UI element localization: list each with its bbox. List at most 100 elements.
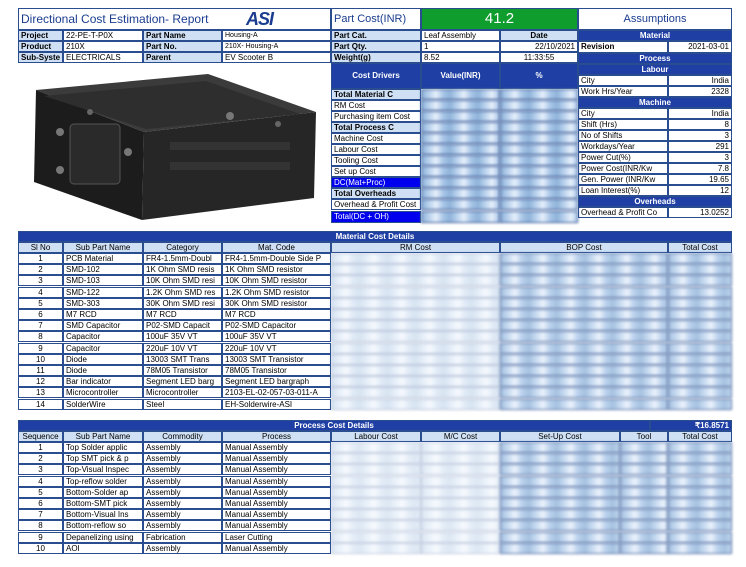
material-row-no: 13 bbox=[18, 387, 63, 399]
assumption-label: No of Shifts bbox=[578, 130, 668, 141]
material-row-cell: 10K Ohm SMD resistor bbox=[222, 275, 331, 287]
driver-value-blurred bbox=[421, 199, 500, 210]
process-row-cell: Manual Assembly bbox=[222, 509, 331, 521]
assumptions-title-text: Assumptions bbox=[623, 13, 687, 25]
driver-label: Overhead & Profit Cost bbox=[331, 199, 421, 210]
process-cost-blurred bbox=[620, 520, 668, 532]
process-col-header: Sequence bbox=[18, 431, 63, 442]
process-cost-blurred bbox=[331, 531, 421, 543]
material-row-cell: 1K Ohm SMD resistor bbox=[222, 264, 331, 276]
part-name-label: Part Name bbox=[143, 30, 222, 41]
labour-header: Labour bbox=[578, 64, 732, 75]
process-cost-blurred bbox=[620, 486, 668, 498]
part-image bbox=[30, 72, 320, 222]
assumption-value: 291 bbox=[668, 141, 732, 152]
process-cost-blurred bbox=[331, 520, 421, 532]
process-cost-blurred bbox=[620, 442, 668, 453]
driver-value-blurred bbox=[421, 89, 500, 100]
assumption-label: Power Cut(%) bbox=[578, 152, 668, 163]
process-section-title: Process Cost Details bbox=[18, 420, 650, 431]
material-cost-blurred bbox=[331, 376, 500, 388]
material-row-cell: Steel bbox=[143, 398, 222, 410]
process-cost-blurred bbox=[500, 520, 620, 532]
part-cost-label: Part Cost(INR) bbox=[331, 8, 421, 30]
driver-percent-blurred bbox=[500, 155, 578, 166]
subsys-label: Sub-Syste bbox=[18, 52, 63, 63]
driver-value-blurred bbox=[421, 100, 500, 111]
driver-label: Total(DC + OH) bbox=[331, 211, 421, 223]
process-row-no: 3 bbox=[18, 464, 63, 476]
driver-value-blurred bbox=[421, 188, 500, 199]
assumption-label: Shift (Hrs) bbox=[578, 119, 668, 130]
process-cost-blurred bbox=[331, 475, 421, 487]
process-cost-blurred bbox=[421, 486, 500, 498]
material-col-header: Category bbox=[143, 242, 222, 253]
material-section-title: Material Cost Details bbox=[18, 231, 732, 242]
material-row-cell: P02-SMD Capacit bbox=[143, 320, 222, 332]
process-cost-blurred bbox=[500, 475, 620, 487]
process-cost-blurred bbox=[620, 509, 668, 521]
part-qty-input[interactable]: 1 bbox=[421, 41, 500, 52]
material-row-cell: 13003 SMT Transistor bbox=[222, 353, 331, 365]
process-row-cell: Assembly bbox=[143, 498, 222, 509]
material-cost-blurred bbox=[331, 309, 500, 320]
process-cost-blurred bbox=[421, 520, 500, 532]
driver-percent-blurred bbox=[500, 144, 578, 155]
process-row-no: 5 bbox=[18, 486, 63, 498]
material-cost-blurred bbox=[500, 297, 668, 309]
assumption-value: 2328 bbox=[668, 86, 732, 97]
material-cost-blurred bbox=[500, 365, 668, 376]
material-row-no: 5 bbox=[18, 297, 63, 309]
material-cost-blurred bbox=[500, 376, 668, 388]
process-cost-blurred bbox=[331, 464, 421, 476]
material-cost-blurred bbox=[668, 309, 732, 320]
material-cost-blurred bbox=[331, 275, 500, 287]
process-cost-blurred bbox=[331, 542, 421, 554]
driver-label: Total Overheads bbox=[331, 188, 421, 199]
material-row-no: 4 bbox=[18, 286, 63, 298]
process-row-cell: Top-reflow solder bbox=[63, 475, 143, 487]
part-cat-value: Leaf Assembly bbox=[421, 30, 500, 41]
material-row-cell: M7 RCD bbox=[222, 309, 331, 320]
process-cost-blurred bbox=[668, 509, 732, 521]
process-cost-blurred bbox=[668, 453, 732, 465]
process-col-header: Commodity bbox=[143, 431, 222, 442]
material-row-no: 9 bbox=[18, 342, 63, 354]
process-row-cell: Manual Assembly bbox=[222, 453, 331, 465]
material-cost-blurred bbox=[668, 365, 732, 376]
process-col-header: M/C Cost bbox=[421, 431, 500, 442]
material-row-cell: 1K Ohm SMD resis bbox=[143, 264, 222, 276]
process-row-no: 4 bbox=[18, 475, 63, 487]
process-cost-blurred bbox=[331, 509, 421, 521]
material-row-cell: Segment LED bargraph bbox=[222, 376, 331, 388]
process-header: Process bbox=[578, 53, 732, 64]
process-col-header: Process bbox=[222, 431, 331, 442]
assumption-value: 19.65 bbox=[668, 174, 732, 185]
weight-input[interactable]: 8.52 bbox=[421, 52, 500, 63]
material-row-no: 12 bbox=[18, 376, 63, 388]
material-cost-blurred bbox=[331, 320, 500, 332]
assumption-label: Power Cost(INR/Kw bbox=[578, 163, 668, 174]
material-cost-blurred bbox=[500, 309, 668, 320]
material-row-cell: 1.2K Ohm SMD resistor bbox=[222, 286, 331, 298]
driver-label: Purchasing item Cost bbox=[331, 111, 421, 122]
driver-percent-blurred bbox=[500, 111, 578, 122]
process-row-no: 7 bbox=[18, 509, 63, 521]
time-value: 11:33:55 bbox=[500, 52, 578, 63]
material-row-cell: 220uF 10V VT bbox=[143, 342, 222, 354]
process-row-cell: Manual Assembly bbox=[222, 442, 331, 453]
process-row-cell: Bottom-reflow so bbox=[63, 520, 143, 532]
process-col-header: Total Cost bbox=[668, 431, 732, 442]
material-row-cell: 2103-EL-02-057-03-011-A bbox=[222, 387, 331, 399]
material-row-no: 6 bbox=[18, 309, 63, 320]
material-row-cell: SMD Capacitor bbox=[63, 320, 143, 332]
material-col-header: Mat. Code bbox=[222, 242, 331, 253]
process-row-cell: Depanelizing using bbox=[63, 531, 143, 543]
subsys-value: ELECTRICALS bbox=[63, 52, 143, 63]
material-row-cell: Capacitor bbox=[63, 342, 143, 354]
material-cost-blurred bbox=[668, 264, 732, 276]
material-row-cell: Capacitor bbox=[63, 331, 143, 343]
material-cost-blurred bbox=[331, 264, 500, 276]
assumption-value: 8 bbox=[668, 119, 732, 130]
assumption-label: Loan Interest(%) bbox=[578, 185, 668, 196]
